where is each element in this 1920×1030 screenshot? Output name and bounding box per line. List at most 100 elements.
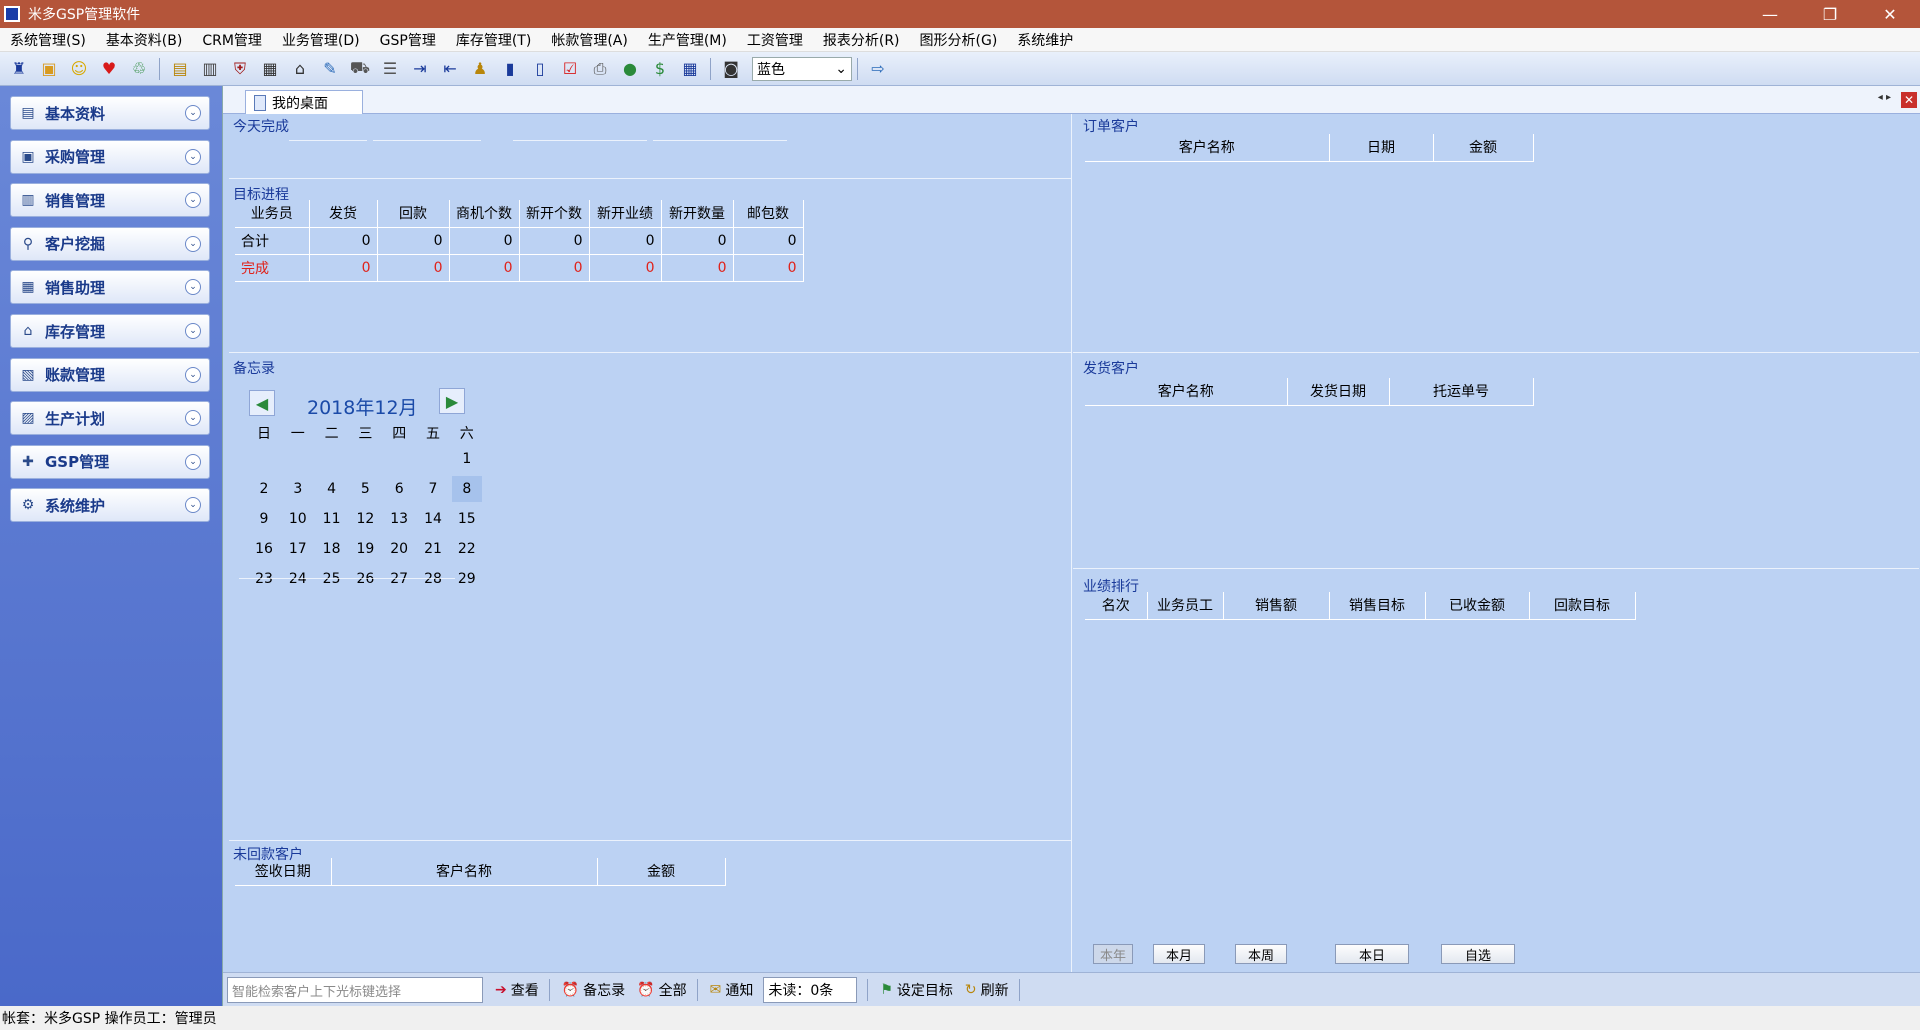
calendar-day[interactable]: 21 xyxy=(418,536,448,562)
grid-icon[interactable]: ▦ xyxy=(678,57,702,81)
smiley-icon[interactable]: ☺ xyxy=(67,57,91,81)
column-header[interactable]: 日期 xyxy=(1329,134,1434,162)
calendar-day[interactable]: 13 xyxy=(384,506,414,532)
scanner-icon[interactable]: ▯ xyxy=(528,57,552,81)
chevron-down-icon[interactable]: ⌄ xyxy=(185,279,201,296)
pen-icon[interactable]: ✎ xyxy=(318,57,342,81)
period-button[interactable]: 本月 xyxy=(1153,944,1205,964)
printer-icon[interactable]: ⎙ xyxy=(588,57,612,81)
column-header[interactable]: 客户名称 xyxy=(331,858,598,886)
calendar-day[interactable]: 25 xyxy=(317,566,347,592)
sidebar-item[interactable]: ▨ 生产计划 ⌄ xyxy=(10,401,210,436)
column-header[interactable]: 托运单号 xyxy=(1389,378,1534,406)
column-header[interactable]: 销售额 xyxy=(1223,592,1330,620)
close-button[interactable]: ✕ xyxy=(1860,0,1920,28)
menu-item[interactable]: 帐款管理(A) xyxy=(541,30,638,50)
tag-icon[interactable]: ⌂ xyxy=(288,57,312,81)
money-bag-icon[interactable]: ● xyxy=(618,57,642,81)
menu-item[interactable]: 图形分析(G) xyxy=(910,30,1008,50)
calendar-day[interactable]: 29 xyxy=(452,566,482,592)
menu-item[interactable]: 工资管理 xyxy=(737,30,813,50)
calendar-day[interactable]: 19 xyxy=(350,536,380,562)
calendar-day[interactable]: 9 xyxy=(249,506,279,532)
calendar-day[interactable]: 24 xyxy=(283,566,313,592)
chevron-down-icon[interactable]: ⌄ xyxy=(185,323,201,339)
calendar-day[interactable]: 18 xyxy=(317,536,347,562)
chevron-down-icon[interactable]: ⌄ xyxy=(185,105,201,121)
sidebar-item[interactable]: ▤ 基本资料 ⌄ xyxy=(10,96,210,130)
column-header[interactable]: 名次 xyxy=(1085,592,1148,620)
sidebar-item[interactable]: ⚙ 系统维护 ⌄ xyxy=(10,488,210,523)
sidebar-item[interactable]: ⌂ 库存管理 ⌄ xyxy=(10,314,210,348)
calendar-day[interactable]: 22 xyxy=(452,536,482,562)
close-tab-button[interactable]: ✕ xyxy=(1901,92,1917,108)
menu-item[interactable]: 系统管理(S) xyxy=(0,30,96,50)
calendar-day[interactable]: 12 xyxy=(350,506,380,532)
column-header[interactable]: 客户名称 xyxy=(1085,378,1288,406)
sidebar-item[interactable]: ▥ 销售管理 ⌄ xyxy=(10,183,210,218)
period-button[interactable]: 本年 xyxy=(1093,944,1133,964)
calendar-day[interactable]: 14 xyxy=(418,506,448,532)
chevron-down-icon[interactable]: ⌄ xyxy=(185,148,201,165)
prev-month-button[interactable]: ◀ xyxy=(249,390,275,416)
exit-icon[interactable]: ⇨ xyxy=(866,57,890,81)
chevron-down-icon[interactable]: ⌄ xyxy=(185,410,201,427)
calendar-day[interactable]: 1 xyxy=(452,446,482,472)
customer-search-input[interactable]: 智能检索客户上下光标键选择 xyxy=(227,976,483,1003)
calendar-day[interactable]: 11 xyxy=(317,506,347,532)
recycle-icon[interactable]: ♲ xyxy=(127,57,151,81)
chevron-down-icon[interactable]: ⌄ xyxy=(185,192,201,209)
calendar-day[interactable]: 28 xyxy=(418,566,448,592)
calendar-day[interactable]: 7 xyxy=(418,476,448,502)
column-header[interactable]: 回款目标 xyxy=(1529,592,1636,620)
calendar-day-today[interactable]: 8 xyxy=(451,476,482,502)
chevron-down-icon[interactable]: ⌄ xyxy=(185,497,201,514)
all-button[interactable]: ⏰ 全部 xyxy=(637,980,686,1000)
calendar-day[interactable]: 20 xyxy=(384,536,414,562)
sidebar-item[interactable]: ⚲ 客户挖掘 ⌄ xyxy=(10,226,210,261)
calendar-day[interactable]: 15 xyxy=(452,506,482,532)
barcode-icon[interactable]: ▮ xyxy=(498,57,522,81)
calendar-day[interactable]: 27 xyxy=(384,566,414,592)
menu-item[interactable]: 生产管理(M) xyxy=(638,30,737,50)
chevron-down-icon[interactable]: ⌄ xyxy=(185,235,201,252)
calendar-day[interactable]: 5 xyxy=(350,476,380,502)
calendar-day[interactable]: 4 xyxy=(317,476,347,502)
shield-red-icon[interactable]: ⛨ xyxy=(228,57,252,81)
column-header[interactable]: 客户名称 xyxy=(1085,134,1330,162)
shield-icon[interactable]: ♜ xyxy=(7,57,31,81)
menu-item[interactable]: CRM管理 xyxy=(192,30,272,50)
chevron-down-icon[interactable]: ⌄ xyxy=(185,366,201,383)
calendar-day[interactable]: 17 xyxy=(283,536,313,562)
column-header[interactable]: 销售目标 xyxy=(1329,592,1426,620)
menu-item[interactable]: 业务管理(D) xyxy=(272,30,370,50)
users-icon[interactable]: ♟ xyxy=(468,57,492,81)
set-target-button[interactable]: ⚑ 设定目标 xyxy=(880,980,953,1000)
column-header[interactable]: 已收金额 xyxy=(1425,592,1530,620)
dollar-icon[interactable]: $ xyxy=(648,57,672,81)
box-icon[interactable]: ▣ xyxy=(37,57,61,81)
truck-icon[interactable]: ⛟ xyxy=(348,57,372,81)
column-header[interactable]: 发货日期 xyxy=(1287,378,1390,406)
calendar-day[interactable]: 6 xyxy=(384,476,414,502)
sidebar-item[interactable]: ▦ 销售助理 ⌄ xyxy=(10,270,210,305)
calculator-icon[interactable]: ▦ xyxy=(258,57,282,81)
sidebar-item[interactable]: ▧ 账款管理 ⌄ xyxy=(10,357,210,392)
column-header[interactable]: 签收日期 xyxy=(235,858,332,886)
calendar-day[interactable]: 2 xyxy=(249,476,279,502)
restore-button[interactable]: ❐ xyxy=(1800,0,1860,28)
report-icon[interactable]: ▥ xyxy=(198,57,222,81)
minimize-button[interactable]: — xyxy=(1740,0,1800,28)
document-icon[interactable]: ▤ xyxy=(168,57,192,81)
next-month-button[interactable]: ▶ xyxy=(439,388,465,414)
menu-item[interactable]: 基本资料(B) xyxy=(96,30,193,50)
period-button[interactable]: 本周 xyxy=(1235,944,1287,964)
period-button[interactable]: 自选 xyxy=(1441,944,1515,964)
tab-scroll-arrows[interactable]: ◂ ▸ xyxy=(1878,92,1891,103)
menu-item[interactable]: 报表分析(R) xyxy=(813,30,910,50)
calendar-day[interactable]: 10 xyxy=(283,506,313,532)
chat-icon[interactable]: ◙ xyxy=(719,57,743,81)
memo-button[interactable]: ⏰ 备忘录 xyxy=(562,980,625,1000)
chevron-down-icon[interactable]: ⌄ xyxy=(185,453,201,470)
calendar-day[interactable]: 23 xyxy=(249,566,279,592)
